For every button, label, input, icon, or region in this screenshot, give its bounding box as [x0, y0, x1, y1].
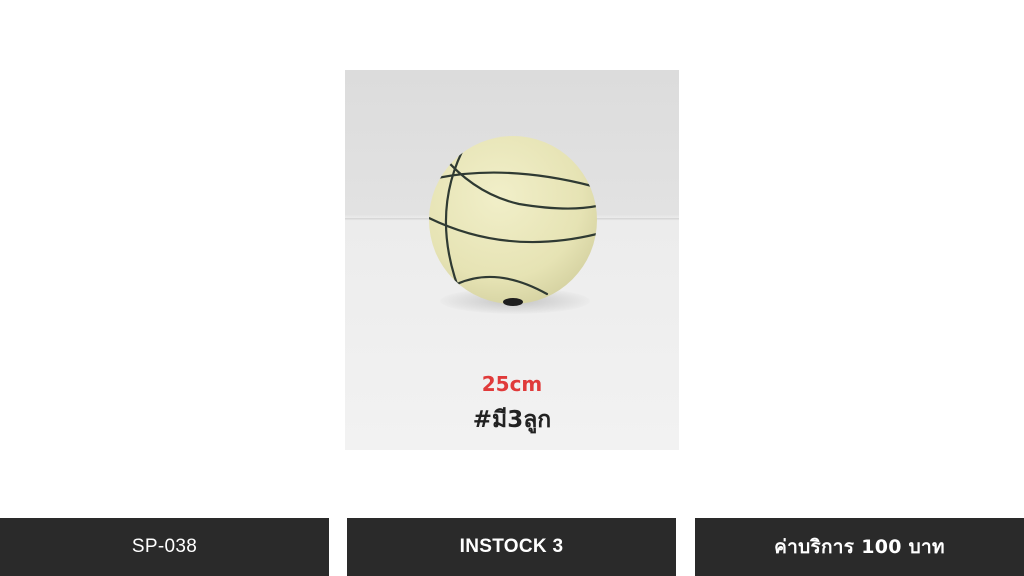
product-photo: 25cm #มี3ลูก	[345, 70, 679, 450]
product-card: 25cm #มี3ลูก SP-038 INSTOCK 3 ค่าบริการ …	[0, 0, 1024, 576]
stock-bar: INSTOCK 3	[347, 518, 676, 576]
service-fee-bar: ค่าบริการ 100 บาท	[695, 518, 1024, 576]
basketball-image	[429, 136, 597, 306]
quantity-label: #มี3ลูก	[472, 407, 552, 433]
size-label: 25cm	[481, 372, 543, 396]
product-code-bar: SP-038	[0, 518, 329, 576]
ball-stand	[503, 298, 523, 306]
